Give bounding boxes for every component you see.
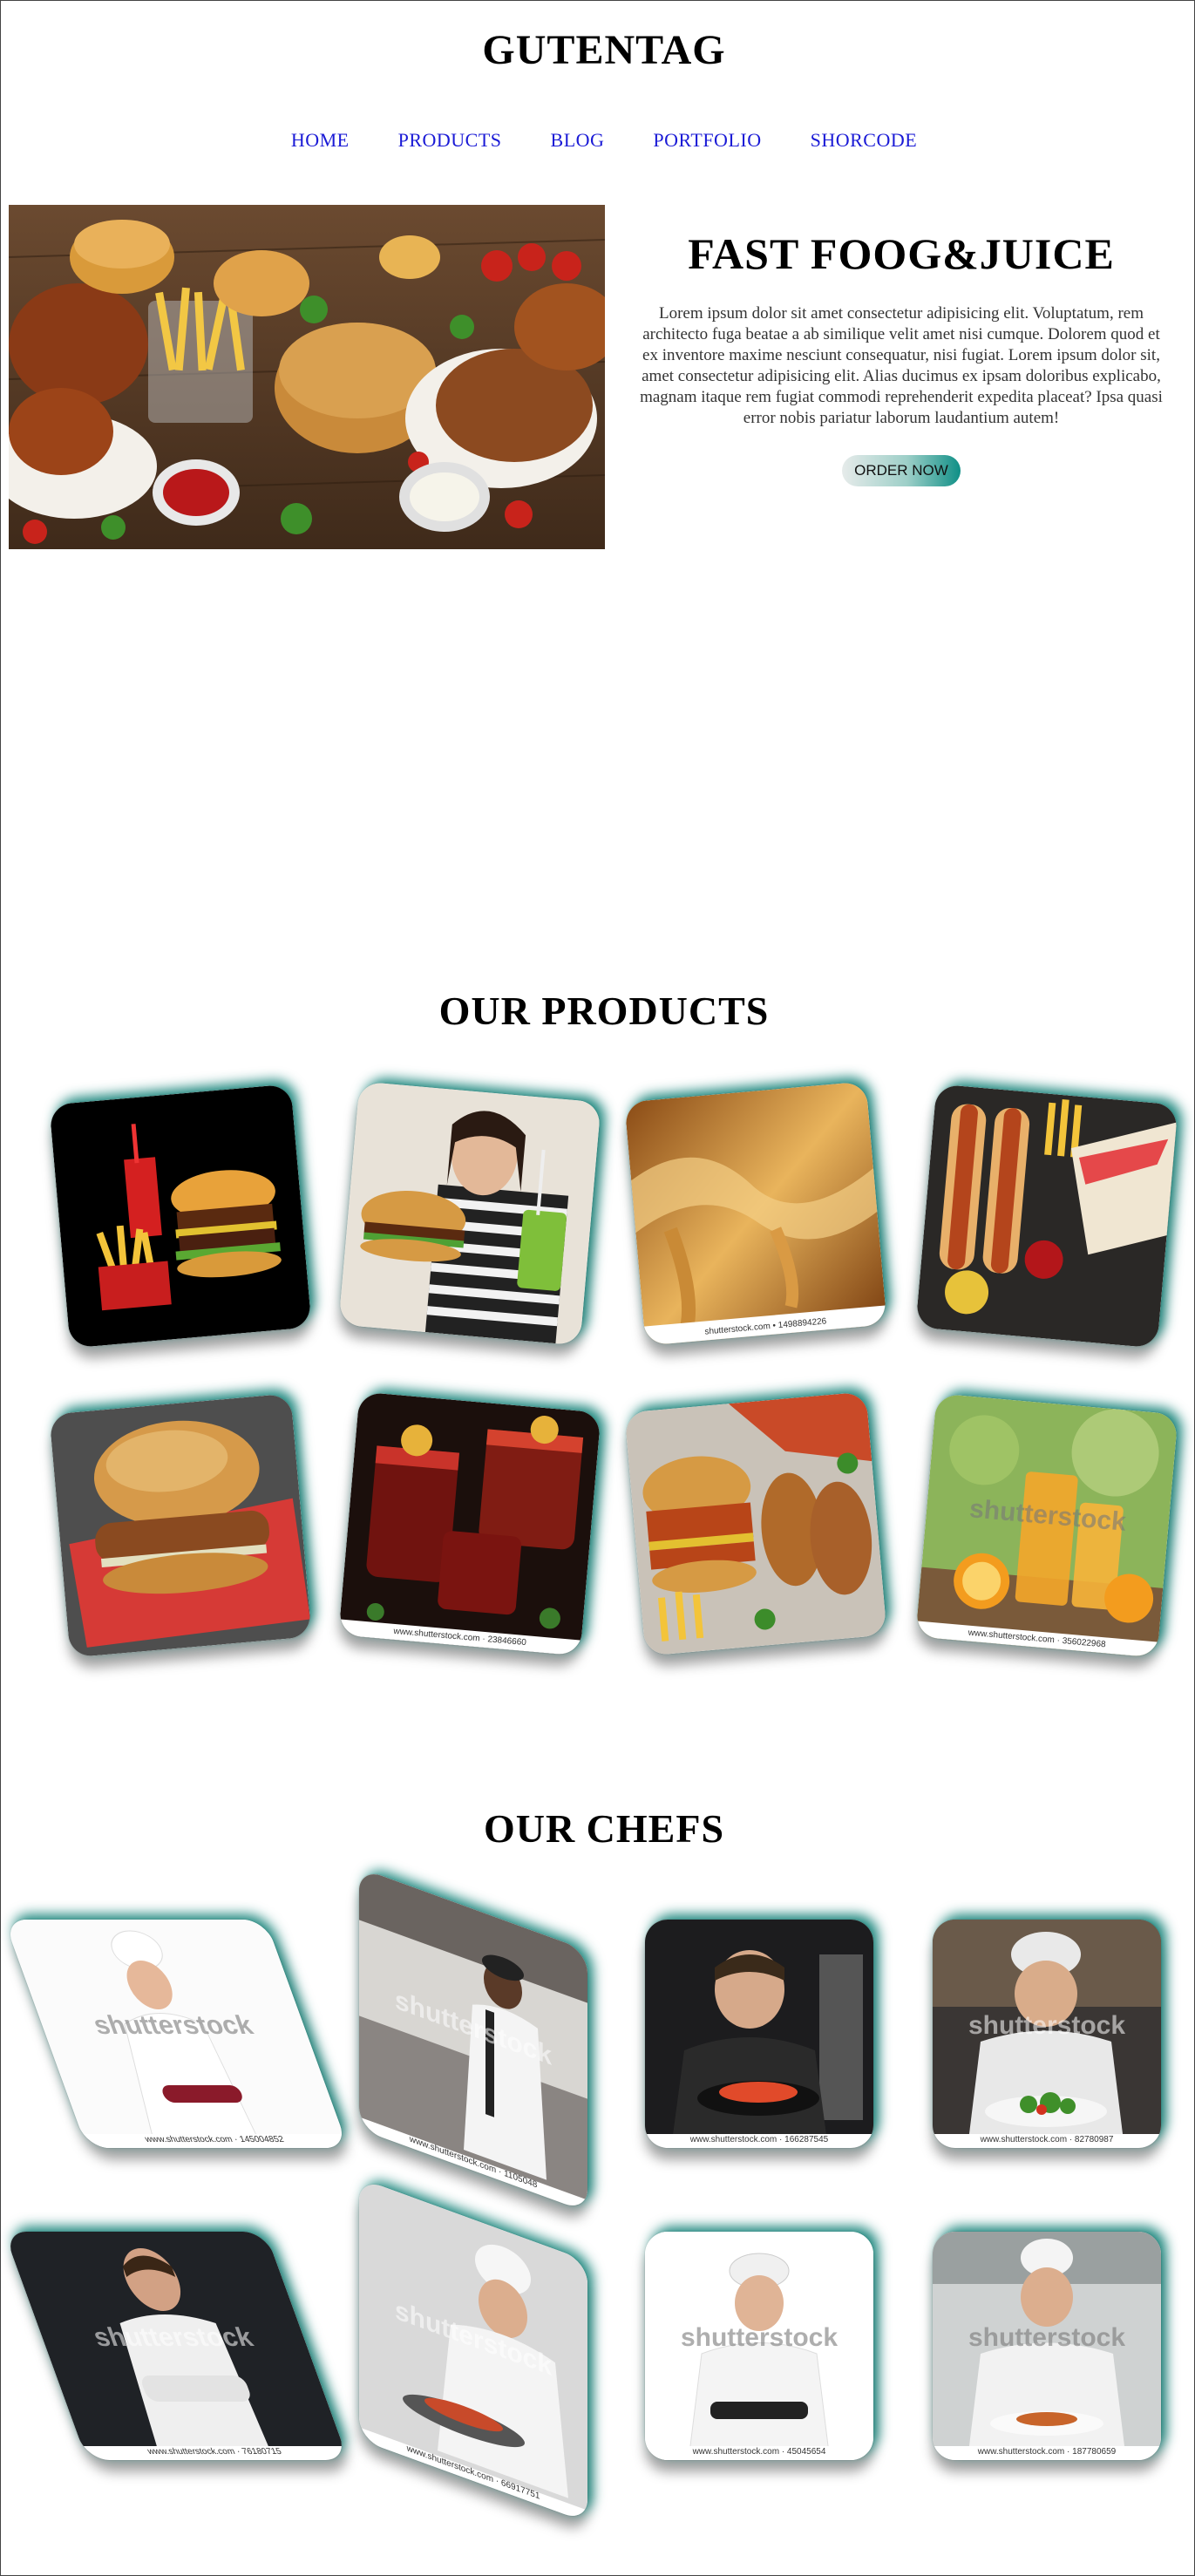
chef-card[interactable]: shutterstock www.shutterstock.com · 6691… [359, 2178, 587, 2523]
product-card[interactable] [915, 1084, 1178, 1349]
product-image-tea-glasses [338, 1391, 601, 1656]
main-nav: HOME PRODUCTS BLOG PORTFOLIO SHORCODE [0, 129, 1195, 152]
chef-watermark-overlay: shutterstock [680, 2322, 839, 2352]
product-image-hotdogs-fries-wrap [915, 1084, 1178, 1349]
chef-card[interactable]: shutterstock www.shutterstock.com · 4504… [645, 2232, 873, 2460]
chef-watermark: www.shutterstock.com · 76180715 [146, 2447, 283, 2457]
product-card[interactable]: www.shutterstock.com · 23846660 [338, 1391, 601, 1656]
chef-watermark: www.shutterstock.com · 45045654 [692, 2447, 826, 2457]
product-image-chicken-burger [49, 1393, 312, 1658]
chef-watermark: www.shutterstock.com · 187780659 [977, 2447, 1117, 2457]
nav-shorcode[interactable]: SHORCODE [811, 129, 918, 152]
site-title: GUTENTAG [482, 27, 726, 73]
product-image-burger-and-fried-chicken [624, 1391, 887, 1656]
hero-image [9, 205, 605, 549]
chef-watermark: www.shutterstock.com · 145004852 [144, 2135, 286, 2144]
hero-description: Lorem ipsum dolor sit amet consectetur a… [640, 304, 1163, 427]
product-card[interactable] [49, 1084, 312, 1349]
chef-card[interactable]: shutterstock www.shutterstock.com · 1877… [933, 2232, 1161, 2460]
product-image-burger-fries-soda [49, 1084, 312, 1349]
hero-title: FAST FOOG&JUICE [688, 229, 1115, 278]
chef-watermark: www.shutterstock.com · 166287545 [689, 2135, 829, 2144]
chef-watermark-overlay: shutterstock [968, 2322, 1126, 2352]
product-card[interactable] [338, 1081, 601, 1346]
chef-watermark-overlay: shutterstock [968, 2010, 1126, 2040]
chef-card[interactable]: shutterstock www.shutterstock.com · 1105… [359, 1867, 587, 2212]
hero-content: FAST FOOG&JUICE Lorem ipsum dolor sit am… [635, 228, 1168, 486]
chef-watermark: www.shutterstock.com · 82780987 [980, 2135, 1114, 2144]
nav-portfolio[interactable]: PORTFOLIO [653, 129, 761, 152]
product-card[interactable] [624, 1391, 887, 1656]
nav-blog[interactable]: BLOG [551, 129, 605, 152]
order-now-button[interactable]: ORDER NOW [842, 455, 961, 486]
product-card[interactable]: shutterstock www.shutterstock.com · 3560… [915, 1393, 1178, 1658]
product-image-woman-eating-burger [338, 1081, 601, 1346]
products-section-title: OUR PRODUCTS [438, 989, 770, 1033]
chef-card[interactable]: shutterstock www.shutterstock.com · 7618… [3, 2232, 349, 2460]
chefs-section-title: OUR CHEFS [483, 1806, 725, 1851]
chef-card[interactable]: shutterstock www.shutterstock.com · 1450… [3, 1920, 349, 2148]
chef-watermark-overlay: shutterstock [89, 2010, 257, 2040]
chef-card[interactable]: shutterstock www.shutterstock.com · 8278… [933, 1920, 1161, 2148]
chef-card[interactable]: www.shutterstock.com · 166287545 [645, 1920, 873, 2148]
product-image-liquid-caramel [624, 1081, 887, 1346]
nav-home[interactable]: HOME [291, 129, 350, 152]
nav-products[interactable]: PRODUCTS [398, 129, 502, 152]
chef-image-3 [645, 1920, 873, 2148]
product-card[interactable]: shutterstock.com • 1498894226 [624, 1081, 887, 1346]
product-card[interactable] [49, 1393, 312, 1658]
chef-watermark-overlay: shutterstock [89, 2322, 257, 2352]
